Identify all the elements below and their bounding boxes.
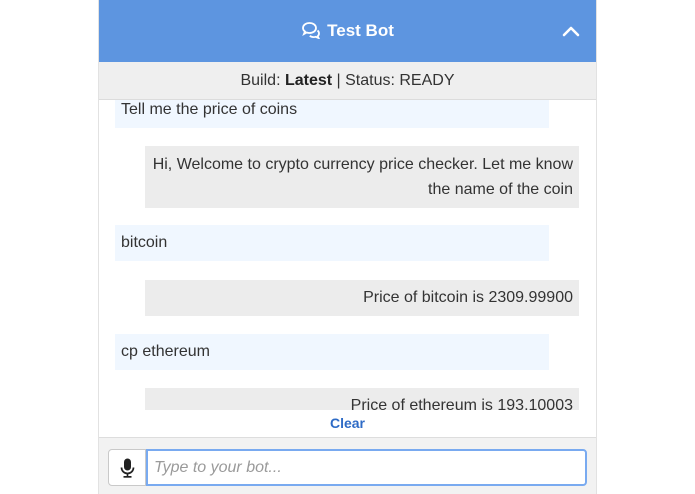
input-bar	[99, 437, 596, 494]
message-input[interactable]	[146, 449, 587, 486]
bot-message: Price of ethereum is 193.10003	[145, 388, 579, 410]
microphone-icon	[120, 458, 135, 478]
conversation-area[interactable]: Tell me the price of coins Hi, Welcome t…	[99, 100, 596, 410]
status-separator: |	[332, 72, 346, 89]
collapse-button[interactable]	[560, 20, 582, 42]
clear-button[interactable]: Clear	[330, 415, 365, 431]
chat-panel: Test Bot Build: Latest | Status: READY T…	[98, 0, 597, 494]
chat-header: Test Bot	[99, 0, 596, 62]
status-text: Status: READY	[345, 72, 455, 89]
chevron-up-icon	[562, 26, 580, 37]
human-message: cp ethereum	[115, 334, 549, 370]
human-message: Tell me the price of coins	[115, 100, 549, 128]
build-value: Latest	[284, 72, 333, 89]
bot-title: Test Bot	[327, 21, 394, 40]
human-message: bitcoin	[115, 225, 549, 261]
microphone-button[interactable]	[108, 449, 146, 486]
chat-bubbles-icon	[302, 22, 321, 40]
clear-row: Clear	[99, 410, 596, 437]
bot-message: Hi, Welcome to crypto currency price che…	[145, 146, 579, 208]
status-bar: Build: Latest | Status: READY	[99, 62, 596, 100]
header-title-row: Test Bot	[99, 19, 596, 43]
bot-message: Price of bitcoin is 2309.99900	[145, 280, 579, 316]
build-prefix: Build:	[240, 72, 285, 89]
